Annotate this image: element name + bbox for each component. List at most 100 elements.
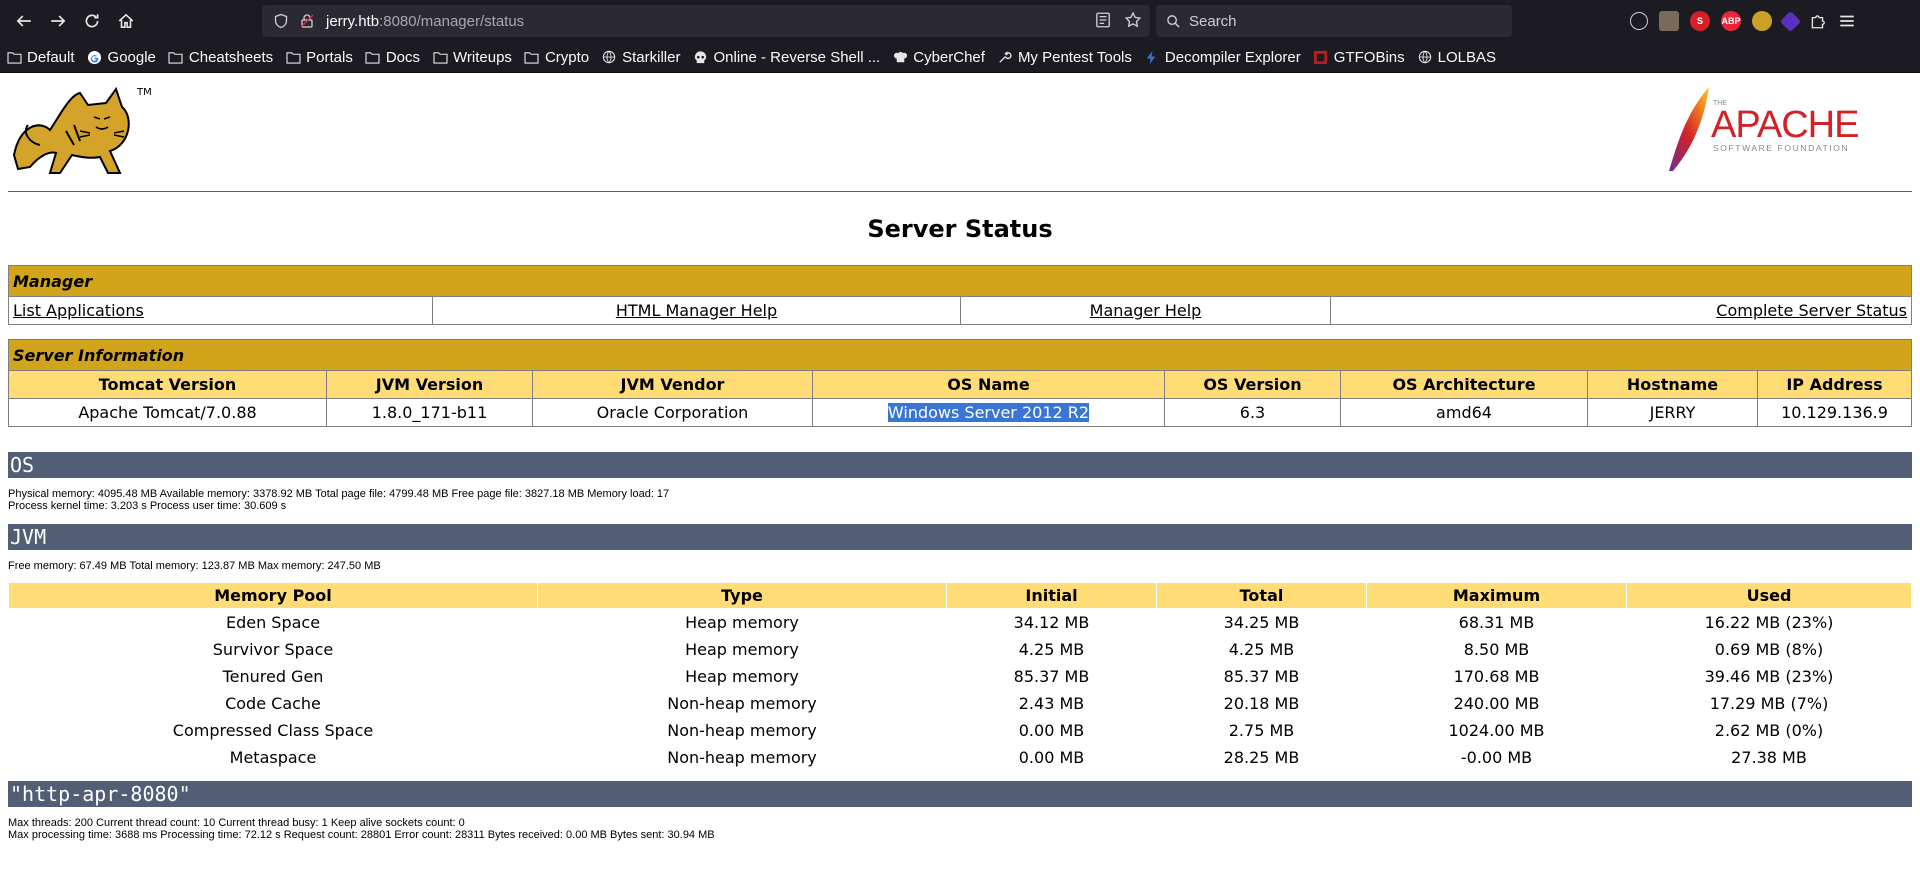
address-bar[interactable]: jerry.htb:8080/manager/status xyxy=(262,5,1150,37)
search-bar[interactable] xyxy=(1156,5,1512,37)
header-divider xyxy=(8,191,1912,192)
url-text[interactable]: jerry.htb:8080/manager/status xyxy=(326,13,524,30)
memory-pool-header-cell: Memory Pool xyxy=(8,582,538,609)
server-info-value: JERRY xyxy=(1649,403,1696,422)
home-button[interactable] xyxy=(110,5,142,37)
adblock-extension-icon[interactable]: ABP xyxy=(1721,11,1741,31)
os-process-line: Process kernel time: 3.203 s Process use… xyxy=(8,500,287,512)
bookmark-item[interactable]: LOLBAS xyxy=(1417,49,1496,66)
manager-help-link[interactable]: Manager Help xyxy=(1090,301,1202,320)
purple-extension-icon[interactable] xyxy=(1779,10,1802,32)
gtfobins-icon xyxy=(1313,49,1329,65)
search-icon xyxy=(1166,14,1181,29)
page-header: TM THE APACHE SOFTWARE FOUNDATION xyxy=(0,73,1920,192)
server-info-value-cell: 10.129.136.9 xyxy=(1757,398,1912,427)
folder-icon xyxy=(168,49,184,65)
bookmark-label: Docs xyxy=(385,48,421,66)
wappalyzer-extension-icon[interactable] xyxy=(1659,11,1679,31)
memory-pool-cell: 34.25 MB xyxy=(1223,613,1300,632)
extensions-puzzle-icon[interactable] xyxy=(1809,12,1827,30)
list-applications-link[interactable]: List Applications xyxy=(13,301,144,320)
memory-pool-cell: Heap memory xyxy=(685,667,799,686)
home-icon xyxy=(118,13,134,28)
memory-pool-cell: 4.25 MB xyxy=(1228,640,1295,659)
memory-pool-cell: Non-heap memory xyxy=(667,721,817,740)
url-host: jerry.htb xyxy=(326,12,380,30)
back-button[interactable] xyxy=(8,5,40,37)
server-info-value: 1.8.0_171-b11 xyxy=(371,403,488,422)
server-info-header-cell: IP Address xyxy=(1757,370,1912,399)
memory-pool-cell: Compressed Class Space xyxy=(172,721,374,740)
cookie-extension-icon[interactable] xyxy=(1630,12,1648,30)
complete-server-status-link[interactable]: Complete Server Status xyxy=(1716,301,1907,320)
bookmark-item[interactable]: Cheatsheets xyxy=(168,49,273,66)
server-info-value: Apache Tomcat/7.0.88 xyxy=(78,403,257,422)
menu-icon[interactable] xyxy=(1838,12,1856,30)
bookmark-item[interactable]: Starkiller xyxy=(601,49,680,66)
apache-logo[interactable]: THE APACHE SOFTWARE FOUNDATION xyxy=(1665,85,1875,175)
html-manager-help-link[interactable]: HTML Manager Help xyxy=(616,301,777,320)
cell-manager-help: Manager Help xyxy=(960,296,1331,325)
memory-pool-header-cell: Type xyxy=(537,582,947,609)
os-name-selected-text: Windows Server 2012 R2 xyxy=(887,403,1090,422)
bookmark-label: Cheatsheets xyxy=(188,48,274,66)
extensions-area: S ABP xyxy=(1630,10,1856,32)
bookmark-item[interactable]: GTFOBins xyxy=(1313,49,1405,66)
server-info-value: 10.129.136.9 xyxy=(1781,403,1888,422)
arrow-right-icon xyxy=(51,15,66,27)
os-memory-line: Physical memory: 4095.48 MB Available me… xyxy=(8,488,670,500)
memory-pool-cell: 85.37 MB xyxy=(1013,667,1090,686)
server-info-heading: Server Information xyxy=(8,339,1912,371)
connector-threads-line: Max threads: 200 Current thread count: 1… xyxy=(8,817,465,829)
bookmark-item[interactable]: My Pentest Tools xyxy=(997,49,1132,66)
server-info-value-cell: Windows Server 2012 R2 xyxy=(812,398,1165,427)
memory-pool-cell: 8.50 MB xyxy=(1463,640,1530,659)
server-info-value: amd64 xyxy=(1436,403,1492,422)
server-info-header-cell: OS Name xyxy=(812,370,1165,399)
tomcat-logo[interactable] xyxy=(10,85,144,181)
s-extension-icon[interactable]: S xyxy=(1690,11,1710,31)
memory-pool-cell: Metaspace xyxy=(229,748,317,767)
bookmark-label: Decompiler Explorer xyxy=(1164,48,1301,66)
memory-pool-cell: 85.37 MB xyxy=(1223,667,1300,686)
bookmark-item[interactable]: Docs xyxy=(365,49,420,66)
bookmark-item[interactable]: Decompiler Explorer xyxy=(1144,49,1301,66)
memory-pool-table: Memory Pool Type Initial Total Maximum Used E… xyxy=(8,582,1912,771)
memory-pool-cell: Code Cache xyxy=(225,694,321,713)
memory-pool-cell: -0.00 MB xyxy=(1460,748,1533,767)
bookmark-label: Online - Reverse Shell ... xyxy=(713,48,881,66)
reader-view-icon[interactable] xyxy=(1094,11,1112,29)
memory-pool-cell: 240.00 MB xyxy=(1453,694,1540,713)
bookmark-item[interactable]: Writeups xyxy=(432,49,512,66)
bookmark-label: Portals xyxy=(306,48,353,66)
search-input[interactable] xyxy=(1187,11,1491,31)
cell-complete-server-status: Complete Server Status xyxy=(1330,296,1912,325)
memory-pool-header-cell: Initial xyxy=(946,582,1157,609)
bookmark-item[interactable]: Online - Reverse Shell ... xyxy=(692,49,880,66)
memory-pool-cell: 2.62 MB (0%) xyxy=(1714,721,1824,740)
folder-icon xyxy=(285,49,301,65)
yellow-extension-icon[interactable] xyxy=(1752,11,1772,31)
bookmark-label: Writeups xyxy=(453,48,512,66)
memory-pool-header-cell: Maximum xyxy=(1366,582,1627,609)
shield-icon[interactable] xyxy=(272,12,290,30)
forward-button[interactable] xyxy=(42,5,74,37)
bookmark-item[interactable]: Default xyxy=(6,49,75,66)
trademark-mark: TM xyxy=(137,87,152,98)
reload-button[interactable] xyxy=(76,5,108,37)
server-info-header-row: Tomcat Version JVM Version JVM Vendor OS Na… xyxy=(8,370,1912,399)
bookmark-item[interactable]: CyberChef xyxy=(892,49,985,66)
memory-pool-cell: 27.38 MB xyxy=(1731,748,1807,767)
bookmark-item[interactable]: Crypto xyxy=(524,49,589,66)
bookmark-star-icon[interactable] xyxy=(1124,11,1142,29)
dogbolt-icon xyxy=(1144,49,1160,65)
insecure-lock-icon[interactable] xyxy=(298,12,316,30)
cell-list-applications: List Applications xyxy=(8,296,433,325)
memory-pool-cell: Non-heap memory xyxy=(667,748,817,767)
memory-pool-cell: 170.68 MB xyxy=(1453,667,1540,686)
bookmark-label: GTFOBins xyxy=(1333,48,1405,66)
cell-html-manager-help: HTML Manager Help xyxy=(432,296,961,325)
memory-pool-cell: 0.00 MB xyxy=(1018,748,1085,767)
bookmark-item[interactable]: Portals xyxy=(285,49,353,66)
bookmark-item[interactable]: Google xyxy=(87,49,156,66)
